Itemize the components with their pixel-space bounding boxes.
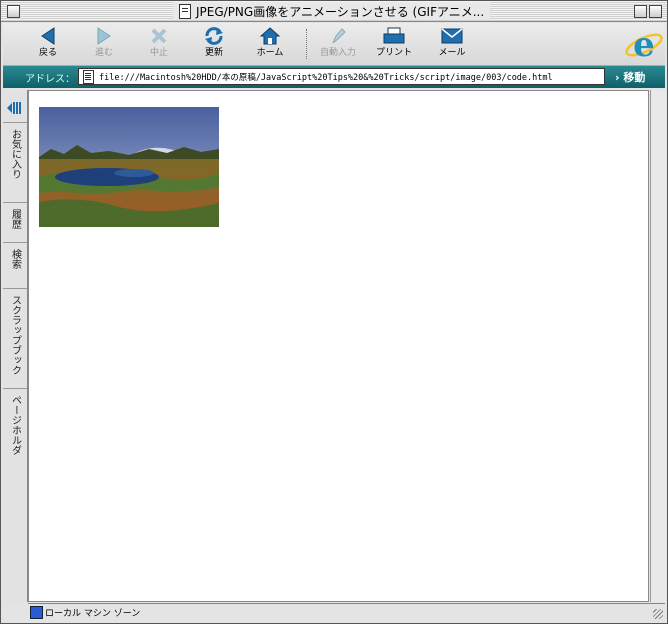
tab-history-label: 履歴 [9,209,21,229]
go-button[interactable]: › 移動 [615,69,645,85]
document-icon [179,3,191,19]
address-bar: アドレス： › 移動 [3,66,665,88]
svg-text:e: e [633,25,655,65]
tab-search[interactable]: 検索 [3,242,27,289]
stop-button[interactable]: 中止 [134,25,184,63]
status-bar: ローカル マシン ゾーン [28,603,665,621]
home-icon [260,27,280,45]
stop-x-icon [151,28,167,44]
go-label: 移動 [623,71,646,84]
title-bar[interactable]: JPEG/PNG画像をアニメーションさせる (GIFアニメ... [1,1,667,22]
address-label: アドレス： [25,74,75,85]
collapse-box-icon[interactable] [649,5,662,18]
explorer-bar-tabs: お気に入り 履歴 検索 スクラップブック ページホルダ [3,90,28,602]
url-input[interactable] [99,71,599,82]
print-button[interactable]: プリント [369,25,419,63]
autofill-button[interactable]: 自動入力 [313,25,363,63]
close-box-icon[interactable] [7,5,20,18]
tab-page-holder[interactable]: ページホルダ [3,388,27,467]
page-icon [83,69,94,84]
window-title: JPEG/PNG画像をアニメーションさせる (GIFアニメ... [196,4,485,19]
back-label: 戻る [38,48,57,58]
explorer-toggle-icon[interactable] [7,101,23,115]
back-arrow-icon [41,27,55,45]
home-button[interactable]: ホーム [245,25,295,63]
refresh-icon [205,27,223,45]
print-label: プリント [375,48,412,58]
zoom-box-icon[interactable] [634,5,647,18]
local-zone-icon [30,606,43,619]
printer-icon [383,27,405,44]
internet-explorer-logo: e [625,25,663,65]
mail-button[interactable]: メール [427,25,477,63]
tab-search-label: 検索 [9,249,21,269]
zone-text: ローカル マシン ゾーン [45,609,141,619]
toolbar-divider [306,29,307,59]
refresh-label: 更新 [204,48,223,58]
forward-button[interactable]: 進む [79,25,129,63]
tab-favorites[interactable]: お気に入り [3,122,27,203]
toolbar: 戻る 進む 中止 更新 ホーム 自動入力 プリント メール e [3,23,665,66]
forward-arrow-icon [97,27,111,45]
address-field[interactable] [78,68,605,85]
tab-favorites-label: お気に入り [9,129,21,179]
refresh-button[interactable]: 更新 [189,25,239,63]
autofill-icon [332,28,346,44]
page-content [28,90,649,602]
back-button[interactable]: 戻る [23,25,73,63]
forward-label: 進む [94,48,113,58]
tab-page-holder-label: ページホルダ [9,395,21,455]
tab-history[interactable]: 履歴 [3,202,27,243]
autofill-label: 自動入力 [319,48,356,58]
tab-scrapbook[interactable]: スクラップブック [3,288,27,389]
vertical-scrollbar[interactable] [650,90,666,602]
landscape-image [39,107,219,227]
stop-label: 中止 [149,48,168,58]
home-label: ホーム [256,48,284,58]
mail-label: メール [438,48,466,58]
browser-window: JPEG/PNG画像をアニメーションさせる (GIFアニメ... 戻る 進む 中… [0,0,668,624]
resize-grip-icon[interactable] [653,609,663,619]
title-area: JPEG/PNG画像をアニメーションさせる (GIFアニメ... [173,2,491,20]
mail-icon [441,28,463,44]
tab-scrapbook-label: スクラップブック [9,295,21,375]
